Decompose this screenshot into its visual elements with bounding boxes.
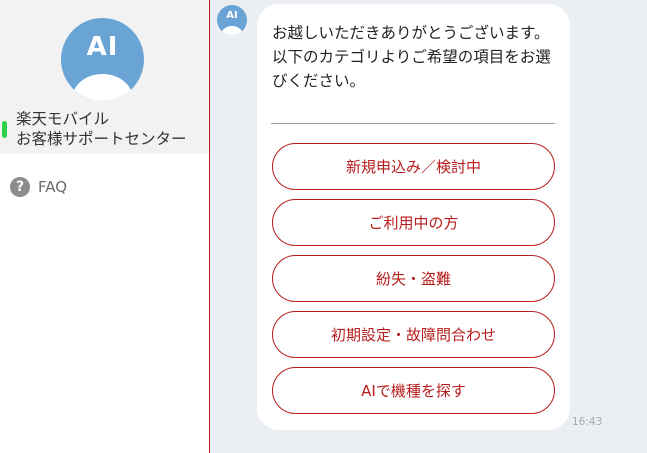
bot-avatar-body-shape [221, 26, 243, 35]
faq-link[interactable]: ? FAQ [10, 177, 67, 197]
option-setup-troubleshoot-button[interactable]: 初期設定・故障問合わせ [272, 311, 555, 358]
avatar-label: AI [86, 32, 119, 62]
chat-area: AI お越しいただきありがとうございます。 以下のカテゴリよりご希望の項目をお選… [210, 0, 647, 453]
option-current-user-button[interactable]: ご利用中の方 [272, 199, 555, 246]
sidebar-header: AI 楽天モバイル お客様サポートセンター [0, 0, 209, 154]
message-text: お越しいただきありがとうございます。 以下のカテゴリよりご希望の項目をお選びくだ… [272, 24, 551, 90]
message-timestamp: 16:43 [572, 416, 603, 428]
bot-avatar-label: AI [226, 10, 238, 21]
avatar-body-shape [72, 74, 133, 101]
message-bubble: お越しいただきありがとうございます。 以下のカテゴリよりご希望の項目をお選びくだ… [257, 4, 570, 430]
sidebar: AI 楽天モバイル お客様サポートセンター ? FAQ [0, 0, 209, 453]
question-mark-icon: ? [10, 177, 30, 197]
option-new-application-button[interactable]: 新規申込み／検討中 [272, 143, 555, 190]
avatar: AI [61, 18, 144, 101]
option-lost-stolen-button[interactable]: 紛失・盗難 [272, 255, 555, 302]
support-center-name: 楽天モバイル お客様サポートセンター [16, 110, 187, 148]
option-ai-device-search-button[interactable]: AIで機種を探す [272, 367, 555, 414]
bot-avatar: AI [217, 5, 247, 35]
faq-label: FAQ [38, 178, 68, 196]
message-divider [271, 123, 555, 124]
online-status-indicator [2, 121, 7, 138]
